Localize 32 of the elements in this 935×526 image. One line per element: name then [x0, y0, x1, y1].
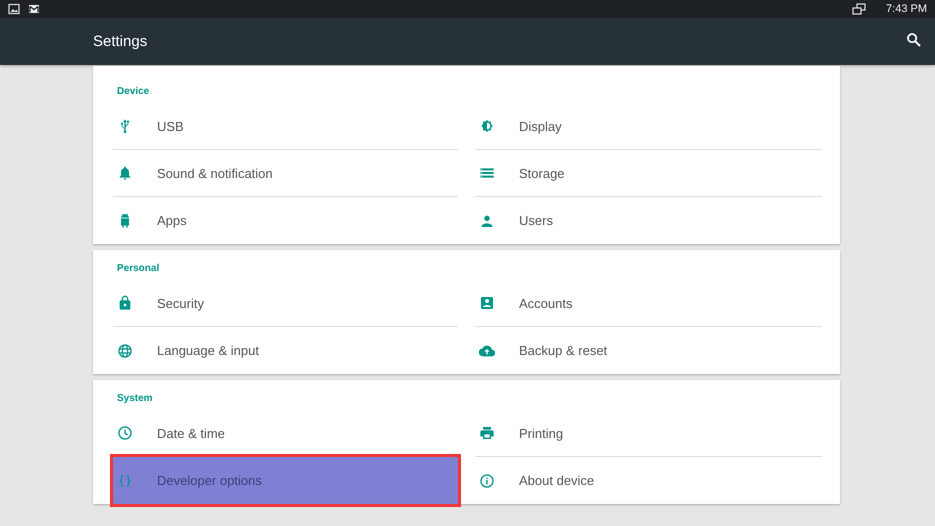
brightness-icon [479, 118, 495, 134]
settings-item[interactable]: Language & input [113, 327, 458, 374]
settings-item[interactable]: Apps [113, 197, 458, 244]
globe-icon [117, 342, 133, 358]
search-icon[interactable] [905, 30, 923, 48]
settings-item[interactable]: Backup & reset [475, 327, 822, 374]
cloud-upload-icon [479, 342, 495, 358]
section-header: System [116, 392, 154, 406]
clock-time: 7:43 PM [886, 3, 927, 15]
settings-item[interactable]: Display [475, 103, 822, 150]
bell-icon [117, 165, 133, 181]
lock-icon [117, 295, 133, 311]
image-icon [8, 3, 20, 15]
braces-icon [117, 472, 133, 488]
settings-item[interactable]: Security [113, 280, 458, 327]
settings-item[interactable]: Storage [475, 150, 822, 197]
settings-item[interactable]: USB [113, 103, 458, 150]
printer-icon [479, 425, 495, 441]
settings-item[interactable]: Accounts [475, 280, 822, 327]
settings-item[interactable]: About device [475, 457, 822, 504]
windows-icon [852, 3, 866, 15]
clock-icon [117, 425, 133, 441]
settings-item[interactable]: Sound & notification [113, 150, 458, 197]
settings-item[interactable]: Printing [475, 410, 822, 457]
mail-icon [28, 3, 40, 15]
section-header: Device [116, 85, 150, 99]
info-icon [479, 472, 495, 488]
toolbar-title: Settings [93, 33, 148, 50]
account-box-icon [479, 295, 495, 311]
section-header: Personal [116, 262, 160, 276]
settings-item[interactable]: Users [475, 197, 822, 244]
person-icon [479, 212, 495, 228]
